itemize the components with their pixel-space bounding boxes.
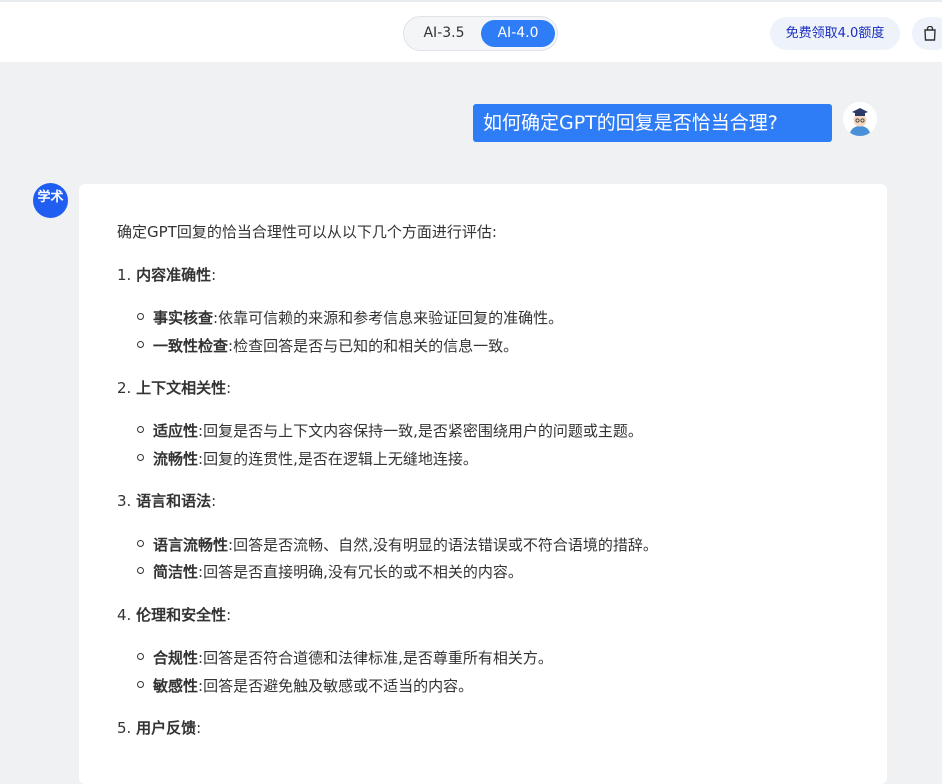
bot-avatar: 学术 bbox=[33, 183, 68, 218]
list-item: 语言流畅性:回答是否流畅、自然,没有明显的语法错误或不符合语境的措辞。 bbox=[137, 534, 658, 555]
list-item: 流畅性:回复的连贯性,是否在逻辑上无缝地连接。 bbox=[137, 448, 478, 469]
answer-card: 确定GPT回复的恰当合理性可以从以下几个方面进行评估: 1. 内容准确性: 事实… bbox=[79, 184, 887, 784]
free-quota-button[interactable]: 免费领取4.0额度 bbox=[770, 17, 900, 50]
model-option-ai-4-0[interactable]: AI-4.0 bbox=[481, 20, 555, 47]
list-item: 事实核查:依靠可信赖的来源和参考信息来验证回复的准确性。 bbox=[137, 307, 563, 328]
model-option-ai-3-5[interactable]: AI-3.5 bbox=[408, 20, 480, 47]
list-item: 一致性检查:检查回答是否与已知的和相关的信息一致。 bbox=[137, 335, 518, 356]
section-title: 5. 用户反馈: bbox=[117, 719, 202, 737]
user-avatar bbox=[843, 102, 877, 136]
model-switch: AI-3.5 AI-4.0 bbox=[403, 16, 558, 51]
section-title: 1. 内容准确性: bbox=[117, 266, 217, 284]
list-item: 敏感性:回答是否避免触及敏感或不适当的内容。 bbox=[137, 675, 473, 696]
shopping-bag-icon bbox=[924, 26, 936, 41]
list-item: 简洁性:回答是否直接明确,没有冗长的或不相关的内容。 bbox=[137, 561, 523, 582]
shop-button[interactable] bbox=[912, 17, 942, 50]
top-bar: AI-3.5 AI-4.0 免费领取4.0额度 bbox=[0, 0, 942, 62]
list-item: 合规性:回答是否符合道德和法律标准,是否尊重所有相关方。 bbox=[137, 647, 553, 668]
user-avatar-icon bbox=[843, 102, 877, 136]
section-title: 4. 伦理和安全性: bbox=[117, 606, 232, 624]
list-item: 适应性:回复是否与上下文内容保持一致,是否紧密围绕用户的问题或主题。 bbox=[137, 420, 643, 441]
section-title: 3. 语言和语法: bbox=[117, 492, 217, 510]
bot-avatar-label: 学术 bbox=[37, 190, 64, 205]
answer-intro: 确定GPT回复的恰当合理性可以从以下几个方面进行评估: bbox=[117, 223, 497, 241]
user-message: 如何确定GPT的回复是否恰当合理? bbox=[473, 104, 832, 142]
section-title: 2. 上下文相关性: bbox=[117, 379, 232, 397]
